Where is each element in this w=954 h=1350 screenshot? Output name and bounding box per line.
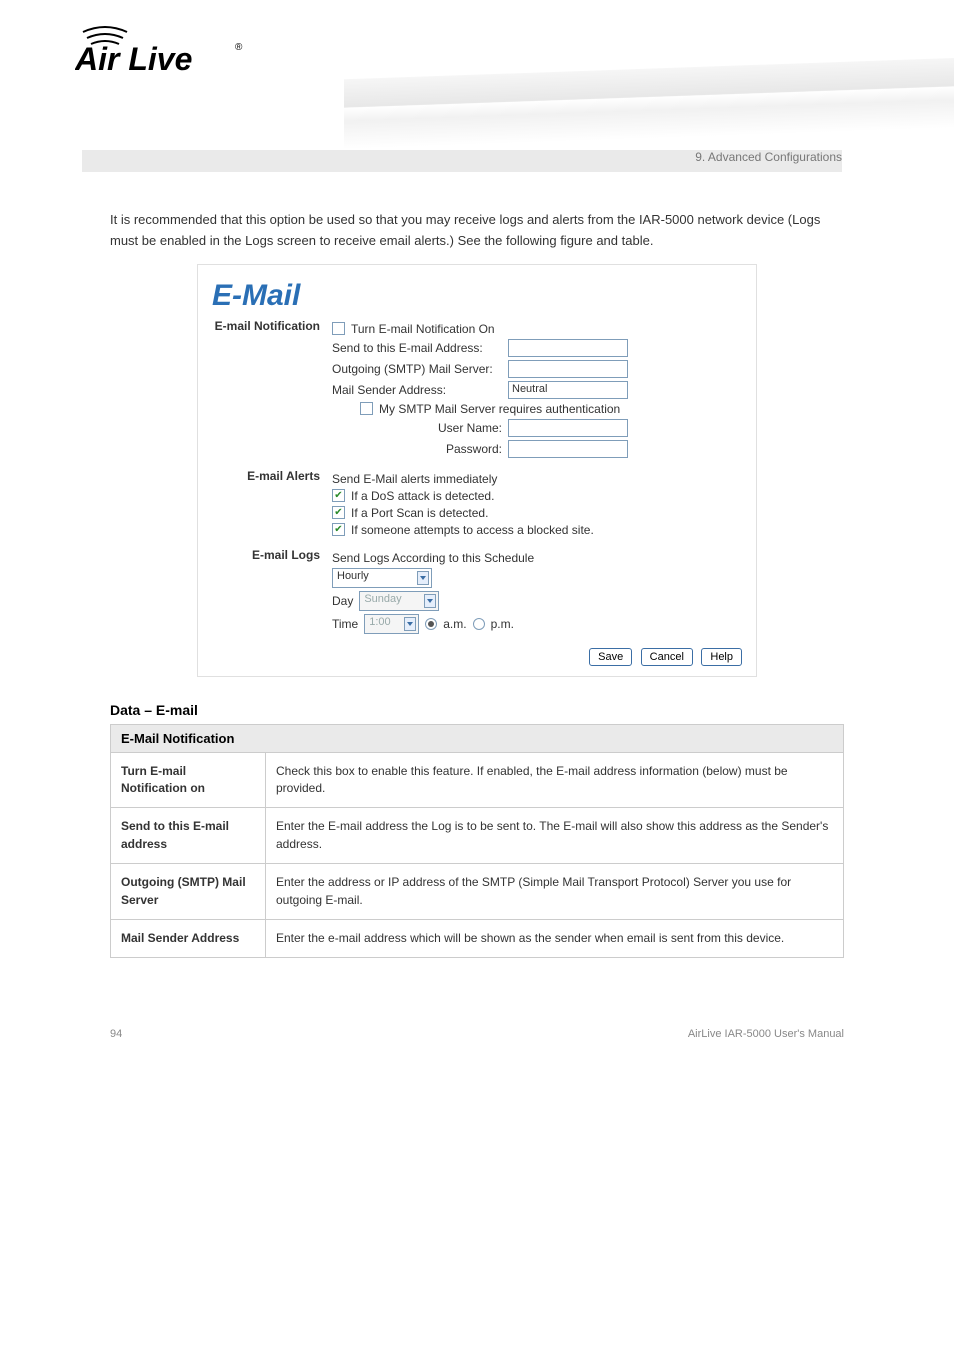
svg-text:Air Live: Air Live bbox=[75, 41, 192, 77]
alert-portscan-checkbox[interactable] bbox=[332, 506, 345, 519]
send-to-input[interactable] bbox=[508, 339, 628, 357]
sender-label: Mail Sender Address: bbox=[332, 383, 502, 397]
save-button[interactable]: Save bbox=[589, 648, 632, 666]
email-config-screenshot: E-Mail E-mail Notification Turn E-mail N… bbox=[197, 264, 757, 677]
section-logs-label: E-mail Logs bbox=[212, 548, 332, 562]
time-label: Time bbox=[332, 617, 358, 631]
chevron-down-icon bbox=[417, 571, 429, 585]
smtp-label: Outgoing (SMTP) Mail Server: bbox=[332, 362, 502, 376]
table-row: Outgoing (SMTP) Mail ServerEnter the add… bbox=[111, 864, 844, 920]
alerts-heading: Send E-Mail alerts immediately bbox=[332, 472, 497, 486]
help-button[interactable]: Help bbox=[701, 648, 742, 666]
table-row: Mail Sender AddressEnter the e-mail addr… bbox=[111, 919, 844, 957]
username-input[interactable] bbox=[508, 419, 628, 437]
svg-text:®: ® bbox=[235, 42, 243, 53]
alert-portscan-label: If a Port Scan is detected. bbox=[351, 506, 488, 520]
smtp-input[interactable] bbox=[508, 360, 628, 378]
table-row: Turn E-mail Notification onCheck this bo… bbox=[111, 752, 844, 808]
am-label: a.m. bbox=[443, 617, 466, 631]
page-number: 94 bbox=[110, 1028, 122, 1040]
table-header: E-Mail Notification bbox=[111, 724, 844, 752]
username-label: User Name: bbox=[332, 421, 502, 435]
alert-dos-checkbox[interactable] bbox=[332, 489, 345, 502]
am-radio[interactable] bbox=[425, 618, 437, 630]
schedule-select[interactable]: Hourly bbox=[332, 568, 432, 588]
description-table: E-Mail Notification Turn E-mail Notifica… bbox=[110, 724, 844, 959]
logs-heading: Send Logs According to this Schedule bbox=[332, 551, 534, 565]
password-input[interactable] bbox=[508, 440, 628, 458]
day-label: Day bbox=[332, 594, 353, 608]
turn-on-label: Turn E-mail Notification On bbox=[351, 322, 495, 336]
chevron-down-icon bbox=[424, 594, 436, 608]
product-name: AirLive IAR-5000 User's Manual bbox=[688, 1028, 844, 1040]
alert-blocked-checkbox[interactable] bbox=[332, 523, 345, 536]
alert-dos-label: If a DoS attack is detected. bbox=[351, 489, 494, 503]
auth-checkbox[interactable] bbox=[360, 402, 373, 415]
table-row: Send to this E-mail addressEnter the E-m… bbox=[111, 808, 844, 864]
cancel-button[interactable]: Cancel bbox=[641, 648, 693, 666]
brand-logo: Air Live ® bbox=[75, 20, 275, 85]
pm-radio[interactable] bbox=[473, 618, 485, 630]
send-to-label: Send to this E-mail Address: bbox=[332, 341, 502, 355]
pm-label: p.m. bbox=[491, 617, 514, 631]
password-label: Password: bbox=[332, 442, 502, 456]
turn-on-checkbox[interactable] bbox=[332, 322, 345, 335]
auth-label: My SMTP Mail Server requires authenticat… bbox=[379, 402, 620, 416]
chapter-label: 9. Advanced Configurations bbox=[695, 150, 842, 164]
sender-input[interactable]: Neutral bbox=[508, 381, 628, 399]
screenshot-title: E-Mail bbox=[212, 279, 742, 313]
alert-blocked-label: If someone attempts to access a blocked … bbox=[351, 523, 594, 537]
day-select[interactable]: Sunday bbox=[359, 591, 439, 611]
data-heading: Data – E-mail bbox=[110, 702, 844, 718]
section-alerts-label: E-mail Alerts bbox=[212, 469, 332, 483]
time-select[interactable]: 1:00 bbox=[364, 614, 419, 634]
section-notification-label: E-mail Notification bbox=[212, 319, 332, 333]
intro-text: It is recommended that this option be us… bbox=[110, 210, 844, 252]
chevron-down-icon bbox=[404, 617, 416, 631]
